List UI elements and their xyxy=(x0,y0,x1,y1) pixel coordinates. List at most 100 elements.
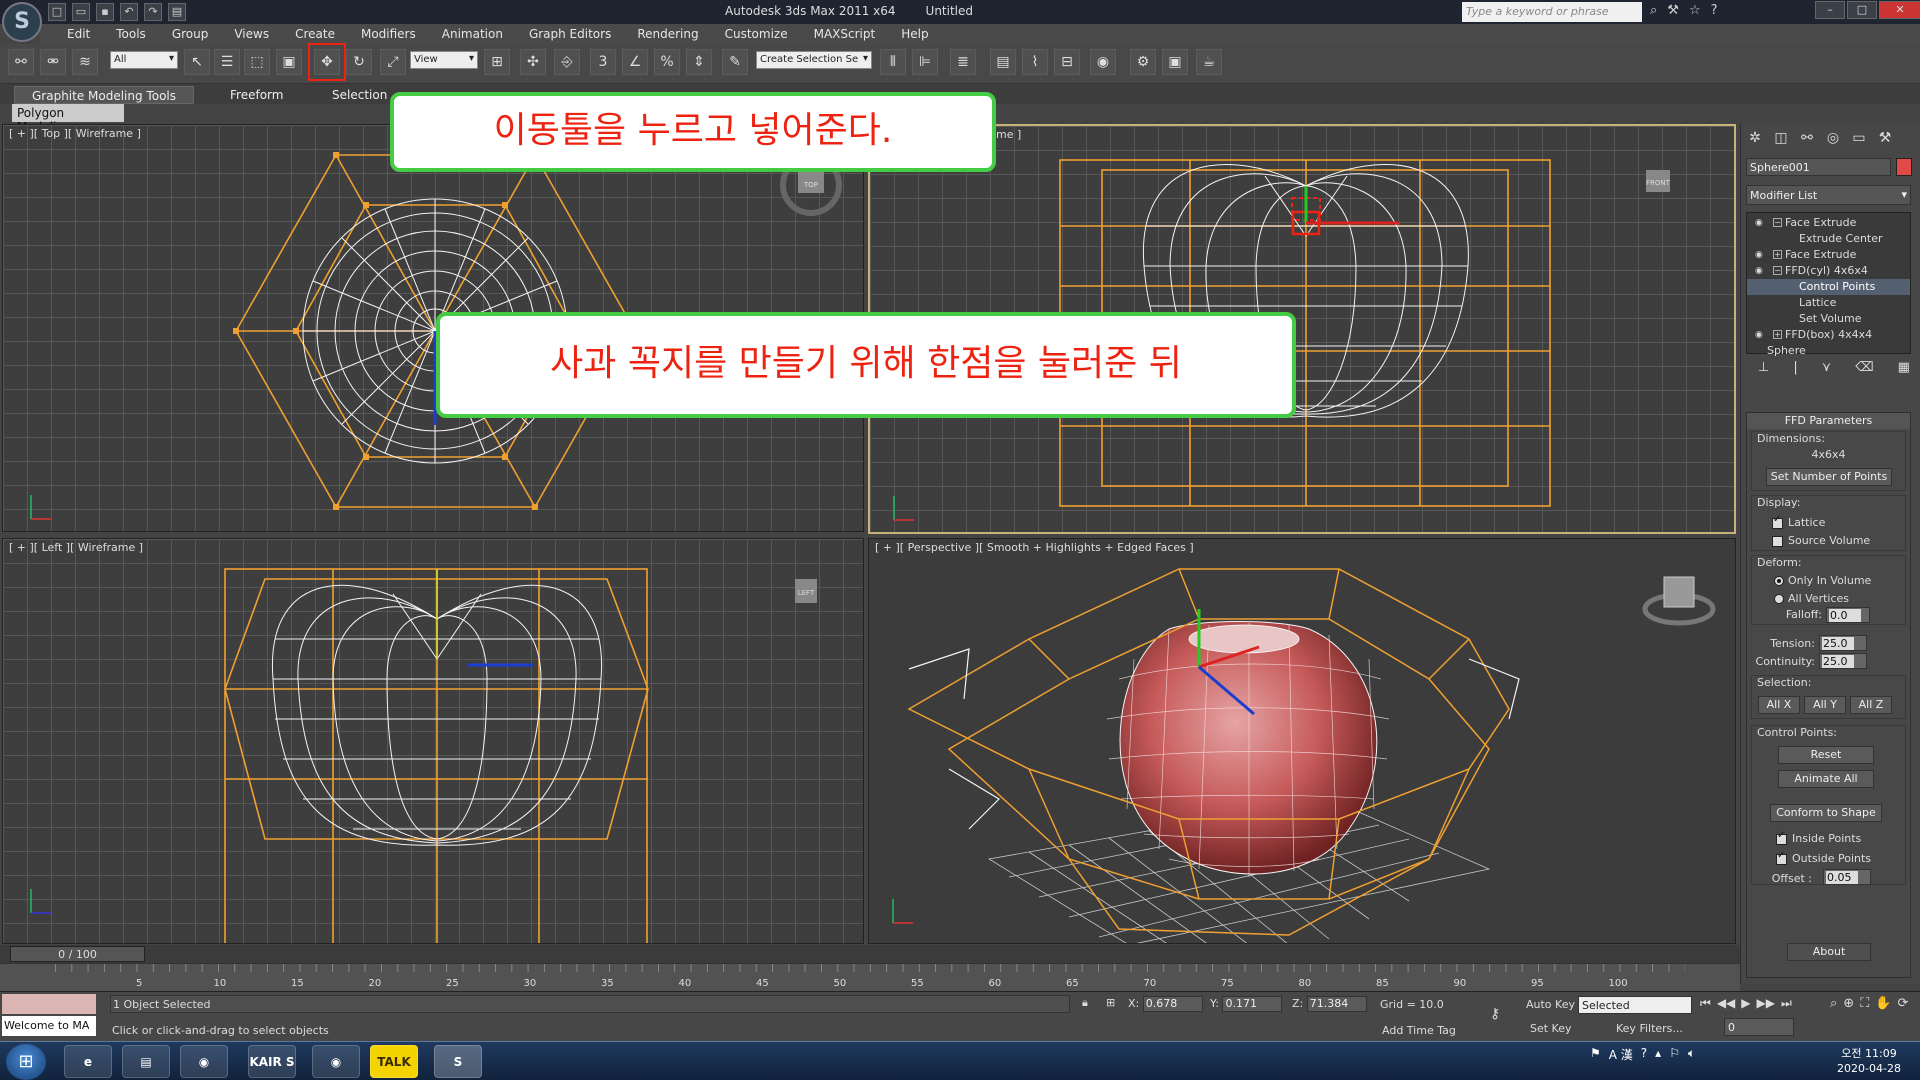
menu-create[interactable]: Create xyxy=(282,24,348,44)
pan-icon[interactable]: ✋ xyxy=(1875,996,1891,1011)
tab-graphite-modeling-tools[interactable]: Graphite Modeling Tools xyxy=(14,86,194,104)
light-bulb-icon[interactable]: ◉ xyxy=(1755,263,1763,279)
stack-subitem[interactable]: Lattice xyxy=(1747,295,1910,311)
auto-key-button[interactable]: Auto Key xyxy=(1526,998,1575,1011)
expand-icon[interactable]: + xyxy=(1773,250,1782,259)
polygon-modeling-panel[interactable]: Polygon Modeling xyxy=(12,104,124,134)
reset-button[interactable]: Reset xyxy=(1778,746,1874,764)
all-vertices-radio[interactable]: All Vertices xyxy=(1773,592,1849,605)
tension-value[interactable]: 25.0 xyxy=(1822,637,1854,650)
new-file-icon[interactable]: □ xyxy=(48,3,66,21)
pin-stack-icon[interactable]: ⊥ xyxy=(1758,360,1769,380)
hierarchy-tab-icon[interactable]: ⚯ xyxy=(1797,128,1817,148)
redo-icon[interactable]: ↷ xyxy=(144,3,162,21)
key-mode-dropdown[interactable]: Selected xyxy=(1578,996,1692,1014)
continuity-spinner[interactable]: 25.0 xyxy=(1819,653,1867,669)
conform-to-shape-button[interactable]: Conform to Shape xyxy=(1770,804,1882,822)
falloff-spinner[interactable]: 0.0 xyxy=(1826,607,1870,623)
offset-spinner[interactable]: 0.05 xyxy=(1823,869,1871,885)
menu-tools[interactable]: Tools xyxy=(103,24,159,44)
graphite-toggle-icon[interactable]: ▤ xyxy=(990,49,1016,75)
play-icon[interactable]: ▶ xyxy=(1741,996,1750,1011)
create-tab-icon[interactable]: ✲ xyxy=(1745,128,1765,148)
menu-customize[interactable]: Customize xyxy=(712,24,801,44)
explorer-icon[interactable]: ▤ xyxy=(122,1045,170,1078)
binoculars-icon[interactable]: ⌕ xyxy=(1650,3,1657,18)
offset-value[interactable]: 0.05 xyxy=(1826,871,1858,884)
add-time-tag[interactable]: Add Time Tag xyxy=(1382,1024,1456,1037)
stack-item[interactable]: ◉ + Face Extrude xyxy=(1747,247,1910,263)
align-icon[interactable]: ⊫ xyxy=(912,49,938,75)
utilities-tab-icon[interactable]: ⚒ xyxy=(1875,128,1895,148)
y-value[interactable]: 0.171 xyxy=(1222,996,1283,1012)
move-tool-icon[interactable]: ✥ xyxy=(308,43,346,81)
tension-spinner[interactable]: 25.0 xyxy=(1819,635,1867,651)
outside-points-checkbox[interactable]: Outside Points xyxy=(1775,850,1871,865)
link-icon[interactable]: ⚯ xyxy=(8,49,34,75)
display-tab-icon[interactable]: ▭ xyxy=(1849,128,1869,148)
tab-selection[interactable]: Selection xyxy=(322,86,397,104)
select-by-name-icon[interactable]: ☰ xyxy=(214,49,240,75)
current-frame-field[interactable]: 0 xyxy=(1724,1018,1794,1036)
zoom-extents-icon[interactable]: ⛶ xyxy=(1860,996,1869,1011)
light-bulb-icon[interactable]: ◉ xyxy=(1755,327,1763,343)
about-button[interactable]: About xyxy=(1787,943,1871,961)
maxscript-listener-mini[interactable] xyxy=(2,994,96,1014)
angle-snap-icon[interactable]: ∠ xyxy=(622,49,648,75)
menu-animation[interactable]: Animation xyxy=(429,24,516,44)
app-logo-icon[interactable]: S xyxy=(2,2,42,42)
rendered-frame-icon[interactable]: ▣ xyxy=(1162,49,1188,75)
select-object-icon[interactable]: ↖ xyxy=(184,49,210,75)
percent-snap-icon[interactable]: % xyxy=(654,49,680,75)
menu-help[interactable]: Help xyxy=(888,24,941,44)
menu-graph-editors[interactable]: Graph Editors xyxy=(516,24,624,44)
schematic-view-icon[interactable]: ⊟ xyxy=(1054,49,1080,75)
maximize-icon[interactable]: □ xyxy=(1847,1,1877,19)
stack-subitem[interactable]: Set Volume xyxy=(1747,311,1910,327)
x-value[interactable]: 0.678 xyxy=(1142,996,1203,1012)
bind-space-warp-icon[interactable]: ≋ xyxy=(72,49,98,75)
show-end-result-icon[interactable]: | xyxy=(1793,360,1797,380)
absolute-mode-icon[interactable]: ⊞ xyxy=(1106,996,1115,1009)
rollout-title[interactable]: FFD Parameters xyxy=(1747,413,1910,429)
pivot-center-icon[interactable]: ⊞ xyxy=(484,49,510,75)
previous-frame-icon[interactable]: ◀◀ xyxy=(1717,996,1735,1011)
help-icon[interactable]: ? xyxy=(1641,1046,1647,1063)
selection-region-icon[interactable]: ⬚ xyxy=(244,49,270,75)
key-filters-button[interactable]: Key Filters... xyxy=(1616,1022,1683,1035)
kair-icon[interactable]: KAIR S xyxy=(248,1045,296,1078)
viewport-left[interactable]: [ + ][ Left ][ Wireframe ] LEFT xyxy=(2,538,864,944)
inside-points-checkbox[interactable]: Inside Points xyxy=(1775,830,1861,845)
search-input[interactable]: Type a keyword or phrase xyxy=(1462,2,1642,22)
snaps-toggle-icon[interactable]: 3 xyxy=(590,49,616,75)
falloff-value[interactable]: 0.0 xyxy=(1829,609,1861,622)
orbit-icon[interactable]: ⟳ xyxy=(1897,996,1908,1011)
chrome-icon[interactable]: ◉ xyxy=(312,1045,360,1078)
help-icon[interactable]: ? xyxy=(1711,3,1718,18)
remove-modifier-icon[interactable]: ⌫ xyxy=(1855,360,1873,380)
open-file-icon[interactable]: ▭ xyxy=(72,3,90,21)
animate-all-button[interactable]: Animate All xyxy=(1778,770,1874,788)
scale-tool-icon[interactable]: ⤢ xyxy=(380,49,406,75)
object-name-field[interactable]: Sphere001 xyxy=(1746,158,1891,176)
key-icon[interactable]: ⚷ xyxy=(1490,1006,1500,1022)
ie-icon[interactable]: e xyxy=(64,1045,112,1078)
menu-views[interactable]: Views xyxy=(221,24,282,44)
flag-icon[interactable]: ⚐ xyxy=(1669,1046,1680,1063)
collapse-icon[interactable]: − xyxy=(1773,218,1782,227)
set-number-of-points-button[interactable]: Set Number of Points xyxy=(1766,468,1892,486)
stack-item[interactable]: Sphere xyxy=(1747,343,1910,359)
3dsmax-icon[interactable]: S xyxy=(434,1045,482,1078)
kakaotalk-icon[interactable]: TALK xyxy=(370,1045,418,1078)
only-in-volume-radio[interactable]: Only In Volume xyxy=(1773,574,1871,587)
reference-coordinate-dropdown[interactable]: View xyxy=(410,51,478,69)
light-bulb-icon[interactable]: ◉ xyxy=(1755,247,1763,263)
z-coordinate[interactable]: Z: 71.384 xyxy=(1292,996,1367,1012)
viewport-perspective[interactable]: [ + ][ Perspective ][ Smooth + Highlight… xyxy=(868,538,1736,944)
edit-named-selection-icon[interactable]: ✎ xyxy=(722,49,748,75)
time-slider[interactable]: 0 / 100 xyxy=(10,946,145,962)
mirror-icon[interactable]: ⫴ xyxy=(880,49,906,75)
stack-item[interactable]: ◉ − FFD(cyl) 4x6x4 xyxy=(1747,263,1910,279)
ime-indicator[interactable]: A 漢 xyxy=(1609,1046,1633,1063)
spinner-snap-icon[interactable]: ⇕ xyxy=(686,49,712,75)
